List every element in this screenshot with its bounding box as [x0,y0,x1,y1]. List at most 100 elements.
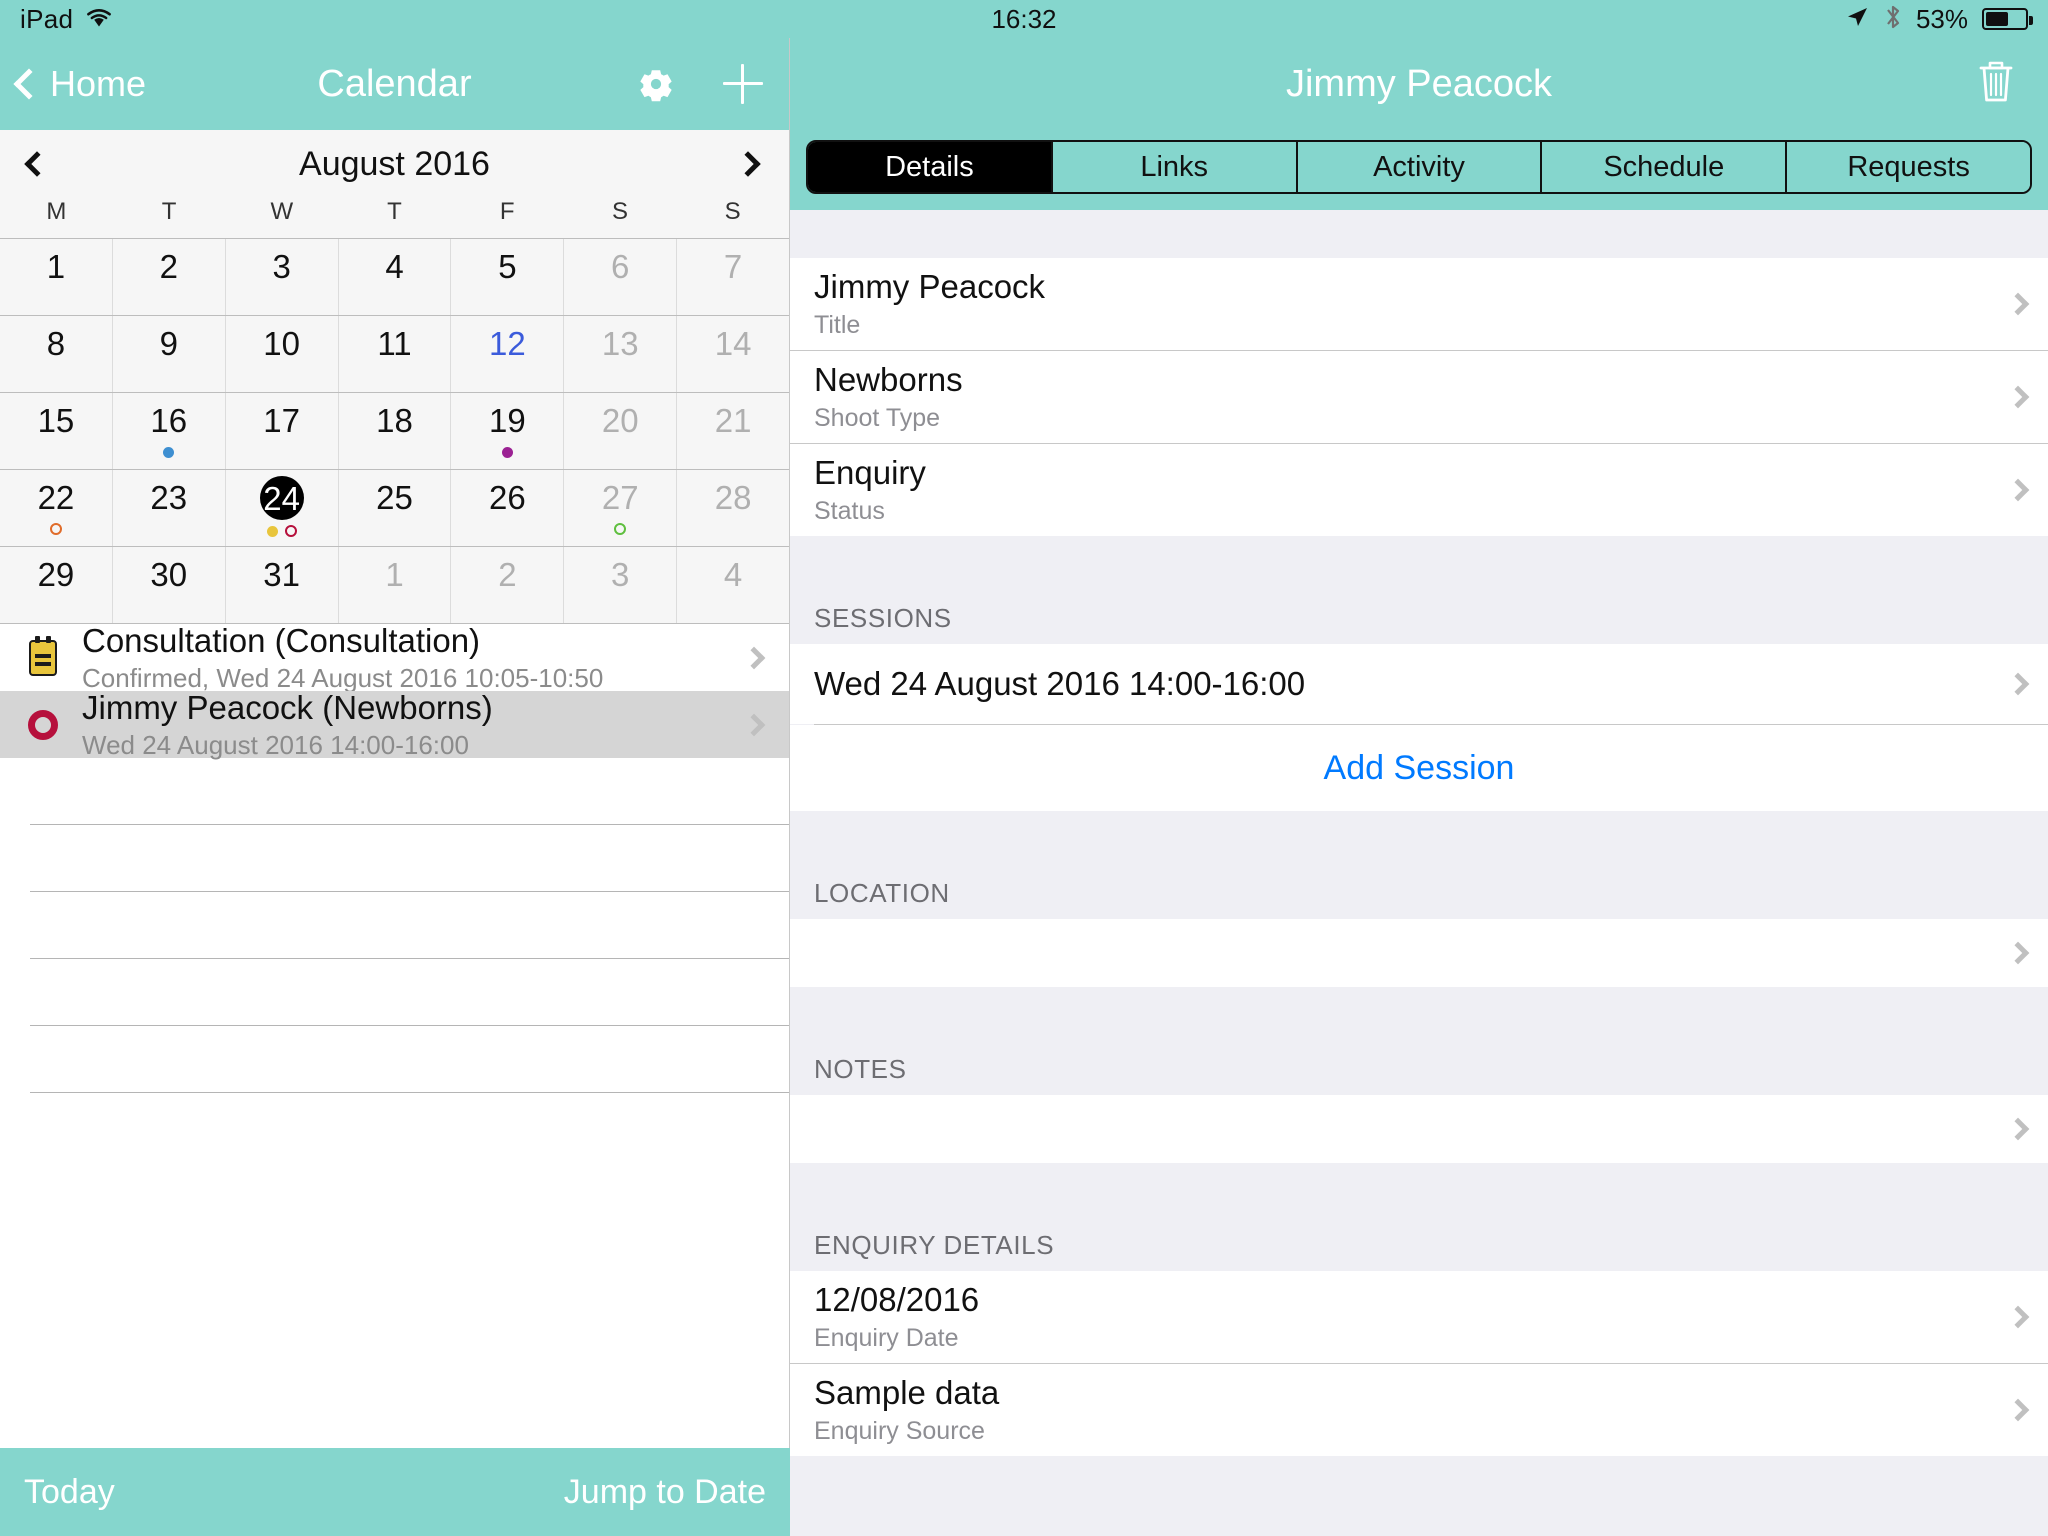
calendar-day-3[interactable]: 3 [564,547,678,623]
calendar-day-1[interactable]: 1 [0,239,113,315]
calendar-day-23[interactable]: 23 [112,470,226,546]
day-of-week-row: MTWTFSS [0,198,789,238]
detail-value: 12/08/2016 [814,1281,980,1318]
calendar-day-1[interactable]: 1 [338,547,452,623]
event-list-item[interactable]: Jimmy Peacock (Newborns) Wed 24 August 20… [0,688,789,760]
calendar-day-8[interactable]: 8 [0,316,113,392]
tab-links[interactable]: Links [1052,142,1298,192]
day-number: 29 [37,556,75,593]
back-button-label: Home [50,63,147,104]
calendar-day-20[interactable]: 20 [564,393,678,469]
day-number: 17 [263,402,300,439]
detail-label: Status [814,497,885,525]
calendar-day-9[interactable]: 9 [112,316,226,392]
day-number: 22 [37,479,75,516]
tab-requests[interactable]: Requests [1787,142,2030,192]
calendar-day-3[interactable]: 3 [225,239,339,315]
calendar-day-30[interactable]: 30 [112,547,226,623]
plus-icon[interactable] [723,64,763,104]
event-title: Consultation (Consultation) [82,621,481,659]
detail-row[interactable]: Jimmy Peacock Title [790,258,2048,351]
calendar-day-22[interactable]: 22 [0,470,113,546]
day-event-dots [49,521,62,537]
tab-schedule[interactable]: Schedule [1542,142,1788,192]
event-title: Jimmy Peacock (Newborns) [82,688,493,726]
location-section-header: LOCATION [790,859,2048,919]
day-number: 11 [377,325,412,362]
add-session-button[interactable]: Add Session [790,725,2048,811]
event-list-item[interactable]: Consultation (Consultation) Confirmed, We… [0,621,789,693]
back-to-home-button[interactable]: Home [13,63,147,105]
calendar-day-16[interactable]: 16 [112,393,226,469]
location-header-label: LOCATION [814,878,950,908]
calendar-day-24[interactable]: 24 [225,470,339,546]
detail-row[interactable]: Enquiry Status [790,444,2048,536]
day-number: 14 [714,325,752,362]
calendar-day-27[interactable]: 27 [564,470,678,546]
calendar-day-21[interactable]: 21 [677,393,790,469]
detail-row[interactable]: 12/08/2016 Enquiry Date [790,1271,2048,1364]
calendar-day-19[interactable]: 19 [451,393,565,469]
calendar-month-header: August 2016 [0,130,789,198]
tab-details[interactable]: Details [808,142,1053,192]
calendar-day-4[interactable]: 4 [677,547,790,623]
day-number: 2 [159,248,178,285]
calendar-day-18[interactable]: 18 [338,393,452,469]
day-of-week-label: S [724,198,741,225]
detail-row[interactable]: Newborns Shoot Type [790,351,2048,444]
calendar-day-5[interactable]: 5 [451,239,565,315]
calendar-day-26[interactable]: 26 [451,470,565,546]
empty-list-row [30,758,789,825]
today-button[interactable]: Today [24,1473,115,1512]
day-number: 6 [611,248,630,285]
calendar-day-31[interactable]: 31 [225,547,339,623]
battery-icon [1982,8,2033,30]
ring-icon [20,709,66,740]
day-of-week-label: F [499,198,515,225]
calendar-navbar-actions [637,64,763,104]
calendar-day-25[interactable]: 25 [338,470,452,546]
calendar-day-10[interactable]: 10 [225,316,339,392]
calendar-day-15[interactable]: 15 [0,393,113,469]
empty-list-row [30,825,789,892]
calendar-day-6[interactable]: 6 [564,239,678,315]
chevron-right-icon [1988,1305,2048,1329]
trash-icon[interactable] [1974,56,2018,113]
location-row[interactable] [790,919,2048,987]
day-event-dots [163,444,175,460]
calendar-day-17[interactable]: 17 [225,393,339,469]
chevron-right-icon [1988,292,2048,316]
notes-row[interactable] [790,1095,2048,1163]
day-number: 30 [150,556,188,593]
calendar-day-4[interactable]: 4 [338,239,452,315]
detail-value: Newborns [814,361,963,398]
calendar-day-2[interactable]: 2 [112,239,226,315]
calendar-day-29[interactable]: 29 [0,547,113,623]
tab-activity[interactable]: Activity [1297,142,1543,192]
next-month-button[interactable] [717,130,779,198]
day-number: 5 [498,248,517,285]
gear-icon[interactable] [637,65,675,103]
detail-row[interactable]: Sample data Enquiry Source [790,1364,2048,1456]
calendar-day-11[interactable]: 11 [338,316,452,392]
note-icon [20,635,66,676]
day-number: 12 [489,325,526,362]
calendar-day-28[interactable]: 28 [677,470,790,546]
calendar-day-7[interactable]: 7 [677,239,790,315]
detail-content: Jimmy Peacock Title Newborns Shoot Type Enqu… [790,210,2048,1536]
detail-value: Jimmy Peacock [814,268,1046,305]
jump-to-date-button[interactable]: Jump to Date [564,1473,766,1512]
day-number: 19 [489,402,526,439]
chevron-right-icon [1988,385,2048,409]
calendar-month-label: August 2016 [299,144,490,183]
calendar-day-14[interactable]: 14 [677,316,790,392]
detail-label: Enquiry Date [814,1324,959,1352]
calendar-day-12[interactable]: 12 [451,316,565,392]
calendar-day-13[interactable]: 13 [564,316,678,392]
session-row[interactable]: Wed 24 August 2016 14:00-16:00 [790,644,2048,724]
top-section-gap [790,210,2048,258]
calendar-day-2[interactable]: 2 [451,547,565,623]
day-number: 16 [150,402,188,439]
event-dot [266,525,278,537]
location-arrow-icon [1844,4,1870,35]
